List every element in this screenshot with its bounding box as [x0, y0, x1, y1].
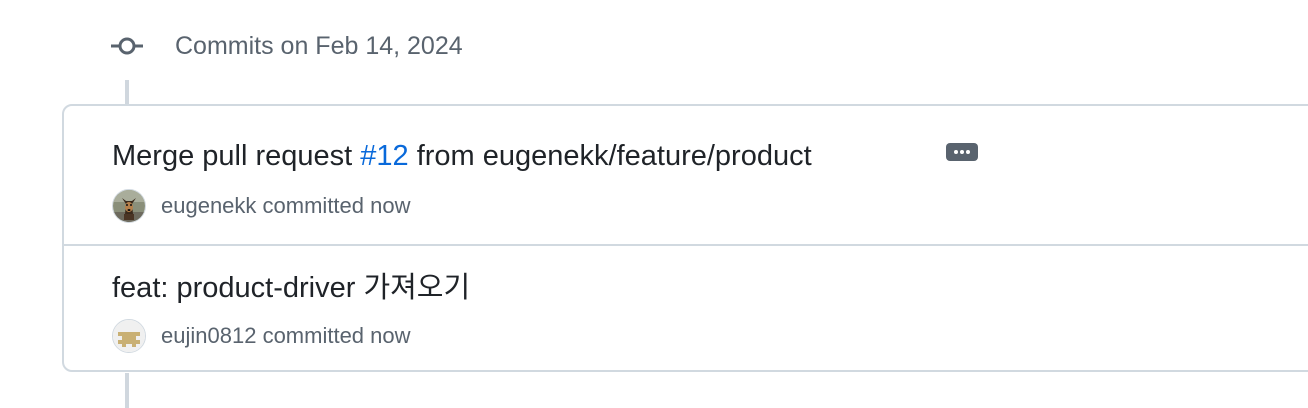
ellipsis-dot: [966, 150, 970, 154]
commit-title-suffix[interactable]: from eugenekk/feature/product: [409, 140, 812, 172]
author-name-link[interactable]: eugenekk: [161, 193, 256, 218]
commit-row: feat: product-driver 가져오기 eujin0812 comm…: [64, 246, 1308, 372]
pull-request-link[interactable]: #12: [360, 140, 408, 172]
author-avatar[interactable]: [112, 189, 146, 223]
committed-time: committed now: [262, 193, 411, 218]
commit-meta: eugenekk committed now: [112, 188, 411, 224]
commit-meta-text: eugenekk committed now: [161, 193, 411, 219]
commit-list: Merge pull request #12 from eugenekk/fea…: [62, 104, 1308, 372]
commit-title-link[interactable]: feat: product-driver 가져오기: [112, 270, 470, 306]
timeline-line-top: [125, 80, 129, 106]
dog-photo-avatar-icon: [113, 190, 145, 222]
expand-commit-message-button[interactable]: [946, 143, 978, 161]
timeline-line-bottom: [125, 373, 129, 408]
git-commit-icon: [111, 37, 143, 55]
committed-time: committed now: [262, 323, 411, 348]
commit-title-prefix[interactable]: Merge pull request: [112, 140, 360, 172]
commit-title[interactable]: Merge pull request #12 from eugenekk/fea…: [112, 138, 812, 174]
ellipsis-dot: [954, 150, 958, 154]
commit-row: Merge pull request #12 from eugenekk/fea…: [64, 106, 1308, 246]
author-avatar[interactable]: [112, 319, 146, 353]
commit-meta-text: eujin0812 committed now: [161, 323, 411, 349]
author-name-link[interactable]: eujin0812: [161, 323, 256, 348]
ellipsis-dot: [960, 150, 964, 154]
identicon-avatar-icon: [113, 320, 145, 352]
commit-group-header: Commits on Feb 14, 2024: [175, 32, 463, 60]
commit-meta: eujin0812 committed now: [112, 318, 411, 354]
